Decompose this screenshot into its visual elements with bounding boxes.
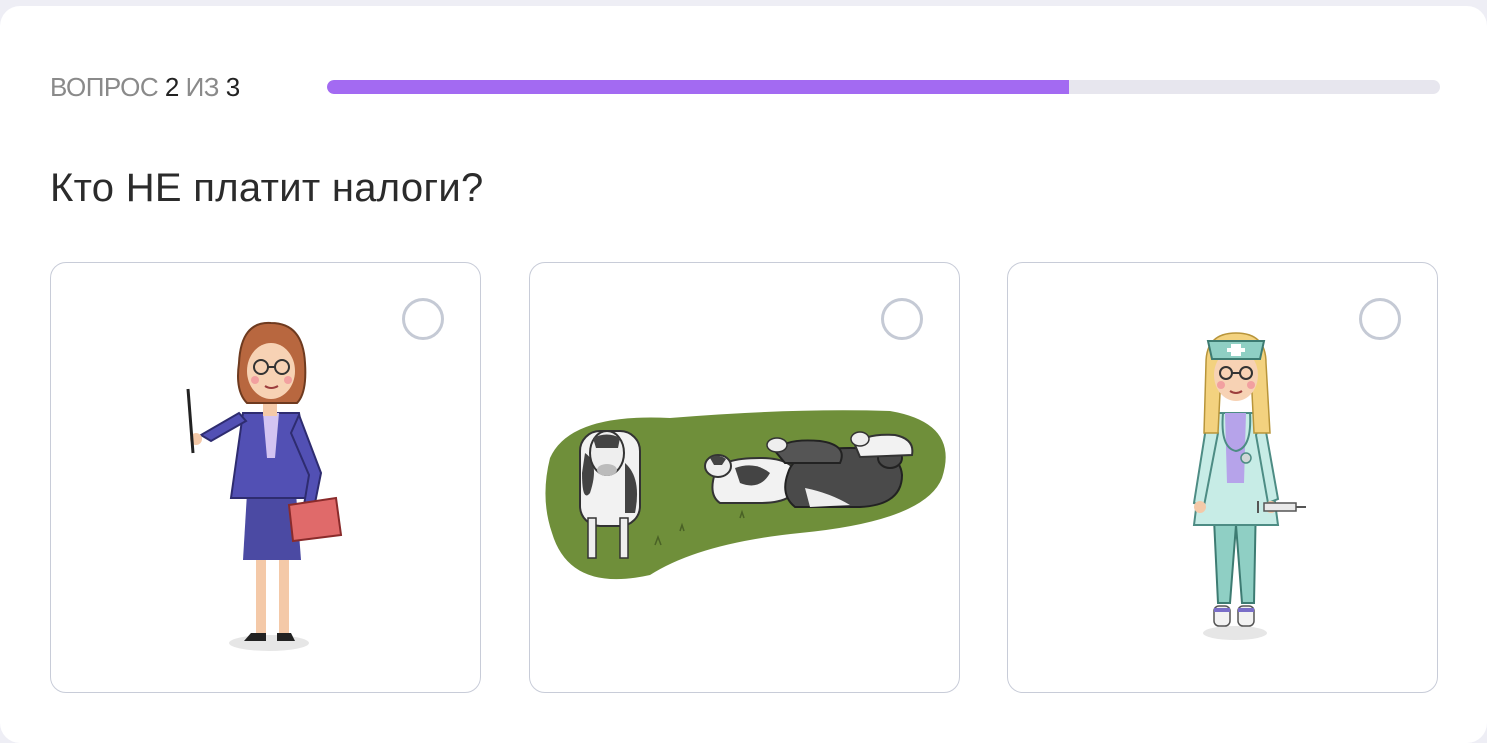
progress-bar — [327, 80, 1440, 94]
teacher-illustration — [186, 321, 343, 651]
progress-current: 2 — [164, 72, 179, 102]
nurse-illustration — [1192, 332, 1306, 640]
progress-separator: ИЗ — [185, 72, 220, 102]
question-text: Кто НЕ платит налоги? — [50, 166, 484, 210]
progress-total: 3 — [225, 72, 240, 102]
answer-option-cows[interactable] — [529, 262, 960, 693]
answer-option-teacher[interactable] — [50, 262, 481, 693]
progress-fill — [327, 80, 1070, 94]
progress-prefix: ВОПРОС — [50, 72, 159, 102]
quiz-card: ВОПРОС 2 ИЗ 3 Кто НЕ платит налоги? — [0, 6, 1487, 743]
progress-label: ВОПРОС 2 ИЗ 3 — [50, 72, 240, 103]
answer-option-nurse[interactable] — [1007, 262, 1438, 693]
cows-illustration — [545, 410, 946, 580]
